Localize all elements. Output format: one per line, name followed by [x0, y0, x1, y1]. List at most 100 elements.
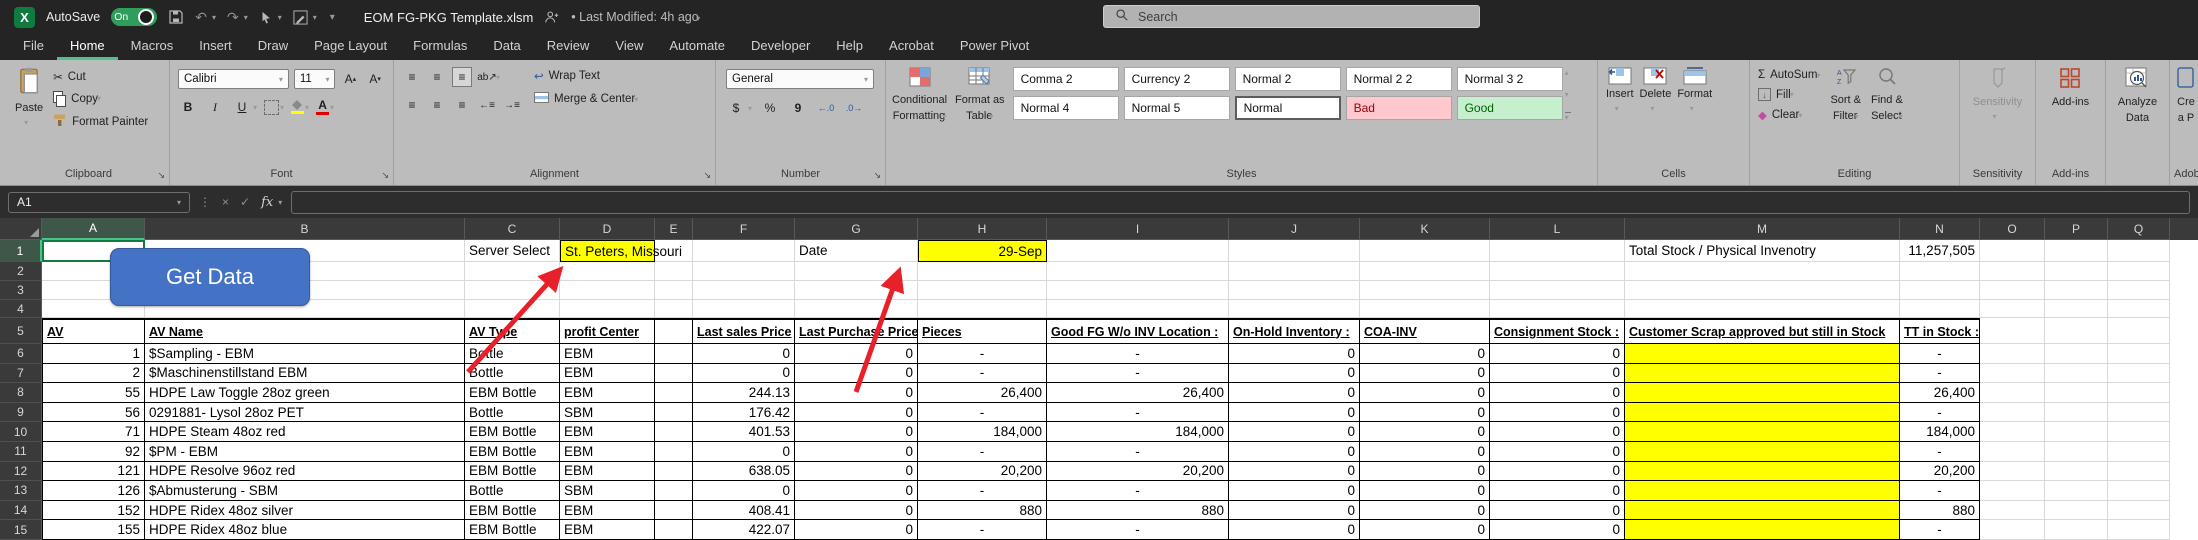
row-header[interactable]: 9 — [0, 403, 42, 423]
cell-consignment[interactable]: 0 — [1490, 422, 1625, 442]
name-box[interactable]: A1▾ — [8, 192, 190, 213]
cell-last-sales-price[interactable]: 408.41 — [693, 501, 795, 521]
column-header[interactable]: L — [1490, 218, 1625, 240]
empty-cell[interactable] — [2108, 462, 2170, 482]
cell-tt-in-stock[interactable]: 184,000 — [1900, 422, 1980, 442]
header-av[interactable]: AV — [42, 318, 145, 344]
bold-button[interactable]: B — [178, 97, 198, 117]
ribbon-tab[interactable]: Review — [534, 34, 603, 60]
empty-cell[interactable] — [693, 281, 795, 300]
font-size-select[interactable]: 11▾ — [294, 69, 336, 89]
ink-dropdown-icon[interactable]: ▾ — [313, 13, 317, 22]
cell-O5[interactable] — [1980, 318, 2045, 344]
cell-av-type[interactable]: EBM Bottle — [465, 422, 560, 442]
cell-last-purchase-price[interactable]: 0 — [795, 422, 918, 442]
cell-tt-in-stock[interactable]: - — [1900, 520, 1980, 540]
cell-good-fg[interactable]: 184,000 — [1047, 422, 1229, 442]
format-as-table-button[interactable]: Format as Table ▾ — [955, 67, 1005, 159]
cell-av-name[interactable]: HDPE Steam 48oz red — [145, 422, 465, 442]
empty-cell[interactable] — [2108, 481, 2170, 501]
cell-last-purchase-price[interactable]: 0 — [795, 344, 918, 364]
gallery-scroll-up-icon[interactable]: ▴ — [1565, 68, 1571, 77]
column-header[interactable]: K — [1360, 218, 1490, 240]
column-header[interactable]: M — [1625, 218, 1900, 240]
decrease-decimal-icon[interactable]: .0→ — [844, 98, 864, 118]
row-header[interactable]: 7 — [0, 364, 42, 384]
clipboard-dialog-launcher-icon[interactable]: ↘ — [157, 170, 165, 181]
cell-pieces[interactable]: 20,200 — [918, 462, 1047, 482]
cell-av-type[interactable]: EBM Bottle — [465, 501, 560, 521]
row-header[interactable]: 5 — [0, 318, 42, 344]
empty-cell[interactable] — [2045, 481, 2108, 501]
cell-av[interactable]: 155 — [42, 520, 145, 540]
empty-cell[interactable] — [2045, 442, 2108, 462]
cancel-entry-icon[interactable]: × — [222, 195, 229, 209]
ribbon-tab[interactable]: Acrobat — [876, 34, 947, 60]
cell-pieces[interactable]: - — [918, 364, 1047, 384]
cell-good-fg[interactable]: 20,200 — [1047, 462, 1229, 482]
cell-on-hold[interactable]: 0 — [1229, 403, 1360, 423]
ribbon-tab[interactable]: Power Pivot — [947, 34, 1042, 60]
empty-cell[interactable] — [1980, 520, 2045, 540]
cell-on-hold[interactable]: 0 — [1229, 422, 1360, 442]
cell-consignment[interactable]: 0 — [1490, 481, 1625, 501]
cell-good-fg[interactable]: 880 — [1047, 501, 1229, 521]
style-chip[interactable]: Normal 2 — [1235, 67, 1341, 91]
cell-av-type[interactable]: EBM Bottle — [465, 383, 560, 403]
cell-blank[interactable] — [655, 520, 693, 540]
redo-dropdown-icon[interactable]: ▾ — [244, 13, 248, 22]
cell-on-hold[interactable]: 0 — [1229, 383, 1360, 403]
cell-Q1[interactable] — [2108, 240, 2170, 262]
empty-cell[interactable] — [2045, 281, 2108, 300]
cell-pieces[interactable]: - — [918, 481, 1047, 501]
cell-J1[interactable] — [1229, 240, 1360, 262]
header-av-name[interactable]: AV Name — [145, 318, 465, 344]
underline-button[interactable]: U — [232, 97, 252, 117]
search-input[interactable]: Search — [1103, 5, 1480, 28]
cell-tt-in-stock[interactable]: 26,400 — [1900, 383, 1980, 403]
column-header[interactable]: P — [2045, 218, 2108, 240]
column-header[interactable]: B — [145, 218, 465, 240]
align-bottom-icon[interactable]: ≡ — [452, 67, 472, 87]
empty-cell[interactable] — [2045, 403, 2108, 423]
cell-on-hold[interactable]: 0 — [1229, 344, 1360, 364]
cell-last-purchase-price[interactable]: 0 — [795, 403, 918, 423]
cell-av[interactable]: 121 — [42, 462, 145, 482]
style-chip[interactable]: Normal 4 — [1013, 96, 1119, 120]
cell-N1-total-value[interactable]: 11,257,505 — [1900, 240, 1980, 262]
cell-C1-server-select-label[interactable]: Server Select — [465, 240, 560, 262]
cell-H1-date-value[interactable]: 29-Sep — [918, 240, 1047, 262]
empty-cell[interactable] — [1980, 364, 2045, 384]
empty-cell[interactable] — [2108, 344, 2170, 364]
header-good-fg[interactable]: Good FG W/o INV Location : — [1047, 318, 1229, 344]
cell-customer-scrap[interactable] — [1625, 344, 1900, 364]
cell-good-fg[interactable]: - — [1047, 364, 1229, 384]
style-chip[interactable]: Good — [1457, 96, 1563, 120]
column-header[interactable]: D — [560, 218, 655, 240]
cell-on-hold[interactable]: 0 — [1229, 520, 1360, 540]
empty-cell[interactable] — [1980, 481, 2045, 501]
cell-av-name[interactable]: 0291881- Lysol 28oz PET — [145, 403, 465, 423]
get-data-button[interactable]: Get Data — [110, 248, 310, 306]
ribbon-tab[interactable]: Data — [480, 34, 533, 60]
align-left-icon[interactable]: ≡ — [402, 95, 422, 115]
undo-dropdown-icon[interactable]: ▾ — [212, 13, 216, 22]
undo-icon[interactable]: ↶ — [195, 10, 207, 24]
empty-cell[interactable] — [795, 262, 918, 281]
empty-cell[interactable] — [2108, 403, 2170, 423]
style-chip[interactable]: Normal 5 — [1124, 96, 1230, 120]
empty-cell[interactable] — [2108, 364, 2170, 384]
cell-pieces[interactable]: 184,000 — [918, 422, 1047, 442]
font-dialog-launcher-icon[interactable]: ↘ — [381, 170, 389, 181]
cell-profit-center[interactable]: EBM — [560, 364, 655, 384]
cell-blank[interactable] — [655, 481, 693, 501]
find-select-button[interactable]: Find & Select ▾ — [1871, 67, 1903, 159]
cell-last-purchase-price[interactable]: 0 — [795, 383, 918, 403]
empty-cell[interactable] — [1490, 281, 1625, 300]
decrease-font-icon[interactable]: A▾ — [365, 69, 385, 89]
cell-consignment[interactable]: 0 — [1490, 442, 1625, 462]
cell-M1-total-label[interactable]: Total Stock / Physical Invenotry — [1625, 240, 1900, 262]
number-format-select[interactable]: General▾ — [726, 69, 874, 89]
empty-cell[interactable] — [1047, 262, 1229, 281]
cell-last-sales-price[interactable]: 244.13 — [693, 383, 795, 403]
